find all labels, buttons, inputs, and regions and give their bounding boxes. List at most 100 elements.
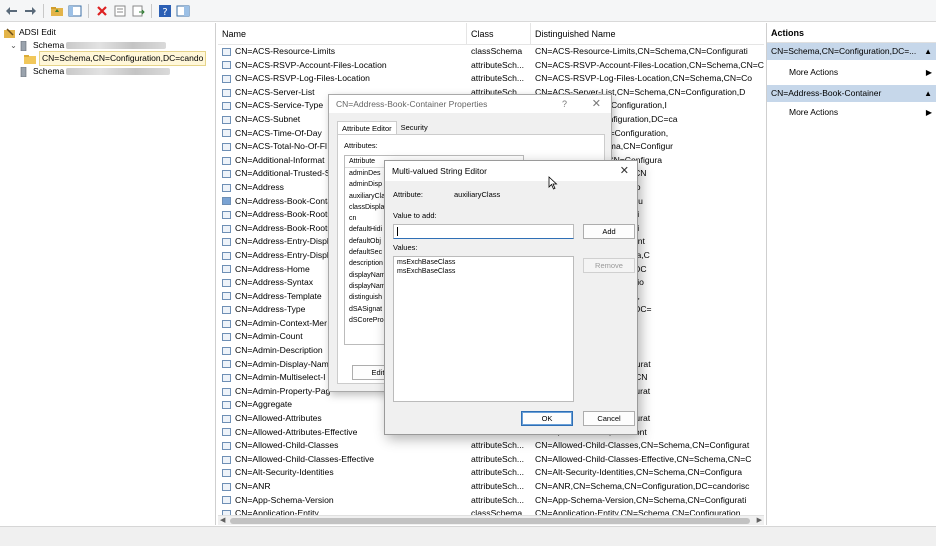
list-item[interactable]: msExchBaseClass xyxy=(397,268,570,277)
remove-button[interactable]: Remove xyxy=(583,258,635,273)
tree-item-schema-container[interactable]: CN=Schema,CN=Configuration,DC=cando xyxy=(0,51,215,66)
schema-object-icon xyxy=(222,442,231,451)
values-list[interactable]: msExchBaseClass msExchBaseClass xyxy=(393,256,574,402)
row-class: classSchema xyxy=(471,46,523,56)
properties-title-bar: CN=Address-Book-Container Properties ? ✕ xyxy=(329,95,611,113)
text-caret xyxy=(397,227,398,237)
schema-object-icon xyxy=(222,306,231,315)
help-icon[interactable]: ? xyxy=(157,3,173,19)
row-name-cell: CN=Allowed-Child-Classes-Effective xyxy=(218,453,467,467)
schema-object-icon xyxy=(222,292,231,301)
schema-object-icon xyxy=(222,319,231,328)
row-dn: CN=Allowed-Child-Classes,CN=Schema,CN=Co… xyxy=(535,440,750,451)
add-button[interactable]: Add xyxy=(583,224,635,239)
close-icon[interactable]: ✕ xyxy=(620,161,629,181)
schema-object-icon xyxy=(222,115,231,124)
actions-section-address-book[interactable]: CN=Address-Book-Container ▲ xyxy=(767,85,936,102)
scroll-thumb[interactable] xyxy=(230,518,750,524)
row-class: attributeSch... xyxy=(471,494,525,505)
submenu-arrow-icon: ▶ xyxy=(925,108,932,117)
schema-object-icon xyxy=(222,333,231,342)
toolbar: ? xyxy=(0,0,936,22)
actions-section-schema[interactable]: CN=Schema,CN=Configuration,DC=... ▲ xyxy=(767,43,936,60)
row-name-cell: CN=Application-Entity xyxy=(218,507,467,515)
table-row[interactable]: CN=Allowed-Child-Classes attributeSch... C… xyxy=(218,439,764,453)
scroll-left-icon[interactable]: ◀ xyxy=(220,516,225,524)
toolbar-separator xyxy=(151,3,152,18)
table-row[interactable]: CN=ACS-Resource-Limits classSchema CN=ACS-… xyxy=(218,45,764,59)
delete-icon[interactable] xyxy=(94,3,110,19)
row-name-cell: CN=App-Schema-Version xyxy=(218,494,467,508)
value-to-add-label: Value to add: xyxy=(393,211,437,220)
properties-icon[interactable] xyxy=(112,3,128,19)
schema-object-icon xyxy=(222,469,231,478)
row-name: CN=Address xyxy=(235,181,284,192)
row-dn: CN=ANR,CN=Schema,CN=Configuration,DC=can… xyxy=(535,481,750,491)
cancel-button[interactable]: Cancel xyxy=(583,411,635,426)
table-row[interactable]: CN=ACS-RSVP-Log-Files-Location attributeS… xyxy=(218,72,764,86)
actions-section-label: CN=Schema,CN=Configuration,DC=... xyxy=(771,46,917,56)
forward-arrow-icon[interactable] xyxy=(22,3,38,19)
row-name: CN=Additional-Informat xyxy=(235,154,325,165)
tree-item-label: ADSI Edit xyxy=(19,27,56,37)
column-header-name[interactable]: Name xyxy=(218,23,467,45)
tree-item-adsi-edit[interactable]: ADSI Edit xyxy=(0,26,215,39)
row-name: CN=Application-Entity xyxy=(235,508,319,515)
schema-object-icon xyxy=(222,224,231,233)
action-pane-icon[interactable] xyxy=(175,3,191,19)
scroll-right-icon[interactable]: ▶ xyxy=(757,516,762,524)
table-row[interactable]: CN=ACS-RSVP-Account-Files-Location attrib… xyxy=(218,59,764,73)
collapse-up-icon[interactable]: ▲ xyxy=(924,85,932,102)
value-to-add-input[interactable] xyxy=(393,224,574,239)
chevron-down-icon[interactable]: ⌄ xyxy=(9,39,18,52)
status-bar xyxy=(0,526,936,546)
schema-object-icon xyxy=(222,387,231,396)
svg-text:?: ? xyxy=(162,7,167,18)
export-list-icon[interactable] xyxy=(130,3,146,19)
column-header-class[interactable]: Class xyxy=(467,23,531,45)
tab-attribute-editor[interactable]: Attribute Editor xyxy=(337,121,397,134)
table-row[interactable]: CN=App-Schema-Version attributeSch... CN=A… xyxy=(218,494,764,508)
collapse-up-icon[interactable]: ▲ xyxy=(924,43,932,60)
list-item[interactable]: msExchBaseClass xyxy=(397,259,570,268)
actions-section-label: CN=Address-Book-Container xyxy=(771,88,882,98)
tree-item-schema-2[interactable]: Schema xyxy=(0,65,215,78)
row-name: CN=Allowed-Child-Classes xyxy=(235,440,339,451)
schema-object-icon xyxy=(222,129,231,138)
more-actions-item[interactable]: More Actions ▶ xyxy=(767,64,936,81)
redacted-server-name xyxy=(66,42,167,49)
row-name: CN=Admin-Description xyxy=(235,345,323,356)
list-header: Name Class Distinguished Name xyxy=(218,23,764,45)
more-actions-item[interactable]: More Actions ▶ xyxy=(767,104,936,121)
horizontal-scrollbar[interactable]: ◀ ▶ xyxy=(218,515,764,525)
schema-object-icon xyxy=(222,482,231,491)
table-row[interactable]: CN=Application-Entity classSchema CN=Appli… xyxy=(218,507,764,515)
tab-security[interactable]: Security xyxy=(397,121,432,134)
schema-object-icon xyxy=(222,88,231,97)
help-button[interactable]: ? xyxy=(562,95,567,113)
row-class: attributeSch... xyxy=(471,440,525,451)
close-icon[interactable]: ✕ xyxy=(592,95,601,113)
table-row[interactable]: CN=Alt-Security-Identities attributeSch..… xyxy=(218,466,764,480)
schema-object-icon xyxy=(222,102,231,111)
back-arrow-icon[interactable] xyxy=(4,3,20,19)
show-hide-tree-icon[interactable] xyxy=(67,3,83,19)
up-folder-icon[interactable] xyxy=(49,3,65,19)
submenu-arrow-icon: ▶ xyxy=(925,68,932,77)
row-name: CN=Admin-Property-Pag xyxy=(235,385,331,396)
properties-title: CN=Address-Book-Container Properties xyxy=(336,99,488,109)
table-row[interactable]: CN=Allowed-Child-Classes-Effective attrib… xyxy=(218,453,764,467)
row-name: CN=Admin-Multiselect-I xyxy=(235,372,326,383)
actions-title: Actions xyxy=(767,23,936,43)
ok-button[interactable]: OK xyxy=(521,411,573,426)
table-row[interactable]: CN=ANR attributeSch... CN=ANR,CN=Schema,CN… xyxy=(218,480,764,494)
row-name: CN=Alt-Security-Identities xyxy=(235,467,334,478)
row-name: CN=App-Schema-Version xyxy=(235,494,334,505)
schema-object-icon xyxy=(222,142,231,151)
schema-object-icon xyxy=(222,428,231,437)
editor-title: Multi-valued String Editor xyxy=(392,166,487,176)
column-header-dn[interactable]: Distinguished Name xyxy=(531,23,764,45)
schema-object-icon xyxy=(222,496,231,505)
attributes-label: Attributes: xyxy=(344,141,378,150)
row-class: attributeSch... xyxy=(471,73,525,84)
